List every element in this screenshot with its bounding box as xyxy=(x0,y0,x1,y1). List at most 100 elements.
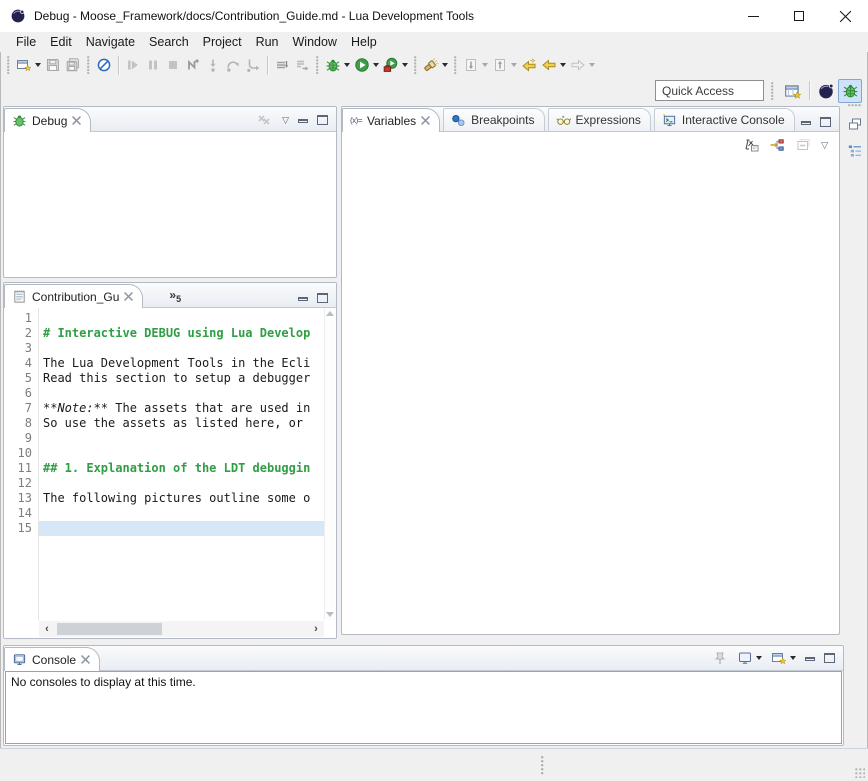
close-tab-button[interactable] xyxy=(421,116,430,125)
toolbar-drag-handle[interactable] xyxy=(414,56,417,74)
view-menu-button[interactable]: ▽ xyxy=(821,141,828,150)
menu-help[interactable]: Help xyxy=(344,33,384,51)
minimize-view-button[interactable] xyxy=(298,297,308,301)
collapse-all-icon[interactable] xyxy=(795,137,811,153)
outline-view-button[interactable] xyxy=(845,141,865,161)
debug-button[interactable] xyxy=(323,54,352,76)
save-all-button[interactable] xyxy=(63,54,83,76)
last-edit-location-button[interactable] xyxy=(519,54,539,76)
next-annotation-dropdown[interactable] xyxy=(482,63,488,67)
toolbar-drag-handle[interactable] xyxy=(771,82,774,100)
statusbar-drag-handle[interactable] xyxy=(541,756,544,776)
maximize-view-button[interactable] xyxy=(317,115,328,125)
back-button[interactable] xyxy=(539,54,568,76)
tab-breakpoints[interactable]: Breakpoints xyxy=(443,108,544,131)
search-button[interactable] xyxy=(421,54,450,76)
step-return-button[interactable] xyxy=(243,54,263,76)
search-dropdown[interactable] xyxy=(442,63,448,67)
minimize-view-button[interactable] xyxy=(801,121,811,125)
minibar-drag-handle[interactable] xyxy=(848,104,862,107)
minimize-view-button[interactable] xyxy=(805,657,815,661)
next-annotation-button[interactable] xyxy=(461,54,490,76)
toolbar-drag-handle[interactable] xyxy=(454,56,457,74)
minimize-view-button[interactable] xyxy=(298,119,308,123)
tab-variables[interactable]: (x)= Variables xyxy=(342,108,440,132)
step-over-button[interactable] xyxy=(223,54,243,76)
close-tab-button[interactable] xyxy=(124,292,133,301)
menu-file[interactable]: File xyxy=(9,33,43,51)
tab-debug[interactable]: Debug xyxy=(4,108,91,132)
forward-arrow-icon xyxy=(570,57,586,73)
forward-button[interactable] xyxy=(568,54,597,76)
run-dropdown[interactable] xyxy=(373,63,379,67)
close-tab-button[interactable] xyxy=(72,116,81,125)
maximize-view-button[interactable] xyxy=(317,293,328,303)
scroll-up-icon[interactable] xyxy=(326,311,334,316)
step-into-button[interactable] xyxy=(203,54,223,76)
window-resize-grip[interactable] xyxy=(855,768,865,778)
remove-all-terminated-icon[interactable] xyxy=(257,113,273,127)
view-menu-button[interactable]: ▽ xyxy=(282,116,289,125)
vertical-scrollbar[interactable] xyxy=(324,308,335,620)
scroll-right-icon[interactable]: › xyxy=(308,623,324,635)
close-tab-button[interactable] xyxy=(81,655,90,664)
scrollbar-thumb[interactable] xyxy=(57,623,162,635)
previous-annotation-button[interactable] xyxy=(490,54,519,76)
pin-console-icon[interactable] xyxy=(712,650,728,666)
save-button[interactable] xyxy=(43,54,63,76)
scroll-down-icon[interactable] xyxy=(326,612,334,617)
open-perspective-button[interactable] xyxy=(781,79,805,103)
run-button[interactable] xyxy=(352,54,381,76)
menu-navigate[interactable]: Navigate xyxy=(79,33,142,51)
debug-dropdown[interactable] xyxy=(344,63,350,67)
use-step-filters-button[interactable] xyxy=(292,54,312,76)
terminate-button[interactable] xyxy=(163,54,183,76)
external-tools-dropdown[interactable] xyxy=(402,63,408,67)
forward-dropdown[interactable] xyxy=(589,63,595,67)
display-console-dropdown[interactable] xyxy=(756,656,762,660)
disconnect-button[interactable] xyxy=(183,54,203,76)
horizontal-scrollbar[interactable]: ‹ › xyxy=(39,621,324,637)
quick-access-input[interactable] xyxy=(655,80,764,101)
toolbar-drag-handle[interactable] xyxy=(87,56,90,74)
hidden-editors-chevron[interactable]: » 5 xyxy=(169,288,181,307)
external-tools-button[interactable] xyxy=(381,54,410,76)
tab-console[interactable]: Console xyxy=(4,647,100,671)
display-selected-console-button[interactable] xyxy=(737,650,762,666)
close-window-button[interactable] xyxy=(822,0,868,32)
lua-perspective-button[interactable] xyxy=(814,79,838,103)
back-dropdown[interactable] xyxy=(560,63,566,67)
new-wizard-dropdown[interactable] xyxy=(35,63,41,67)
show-type-names-icon[interactable] xyxy=(743,137,759,153)
suspend-button[interactable] xyxy=(143,54,163,76)
maximize-window-button[interactable] xyxy=(776,0,822,32)
menu-run[interactable]: Run xyxy=(249,33,286,51)
tab-interactive-console[interactable]: Interactive Console xyxy=(654,108,795,131)
new-wizard-button[interactable] xyxy=(14,54,43,76)
menu-edit[interactable]: Edit xyxy=(43,33,79,51)
skip-all-breakpoints-button[interactable] xyxy=(94,54,114,76)
menu-window[interactable]: Window xyxy=(286,33,344,51)
maximize-view-button[interactable] xyxy=(824,653,835,663)
previous-annotation-dropdown[interactable] xyxy=(511,63,517,67)
tab-contribution-guide[interactable]: Contribution_Gu xyxy=(4,284,143,308)
toolbar-drag-handle[interactable] xyxy=(316,56,319,74)
scroll-left-icon[interactable]: ‹ xyxy=(39,623,55,635)
drop-to-frame-button[interactable] xyxy=(272,54,292,76)
status-bar xyxy=(0,748,868,781)
menu-project[interactable]: Project xyxy=(196,33,249,51)
new-wizard-icon xyxy=(16,57,32,73)
debug-perspective-button[interactable] xyxy=(838,79,862,103)
toolbar-drag-handle[interactable] xyxy=(7,56,10,74)
open-console-button[interactable] xyxy=(771,650,796,666)
minimize-window-button[interactable] xyxy=(730,0,776,32)
code-lines[interactable]: # Interactive DEBUG using Lua DevelopThe… xyxy=(39,308,324,620)
show-logical-structure-icon[interactable] xyxy=(769,137,785,153)
resume-button[interactable] xyxy=(123,54,143,76)
maximize-view-button[interactable] xyxy=(820,117,831,127)
line-numbers[interactable]: 123456789101112131415 xyxy=(5,308,39,620)
open-console-dropdown[interactable] xyxy=(790,656,796,660)
restore-minimized-view-button[interactable] xyxy=(845,114,865,134)
menu-search[interactable]: Search xyxy=(142,33,196,51)
tab-expressions[interactable]: Expressions xyxy=(548,108,651,131)
